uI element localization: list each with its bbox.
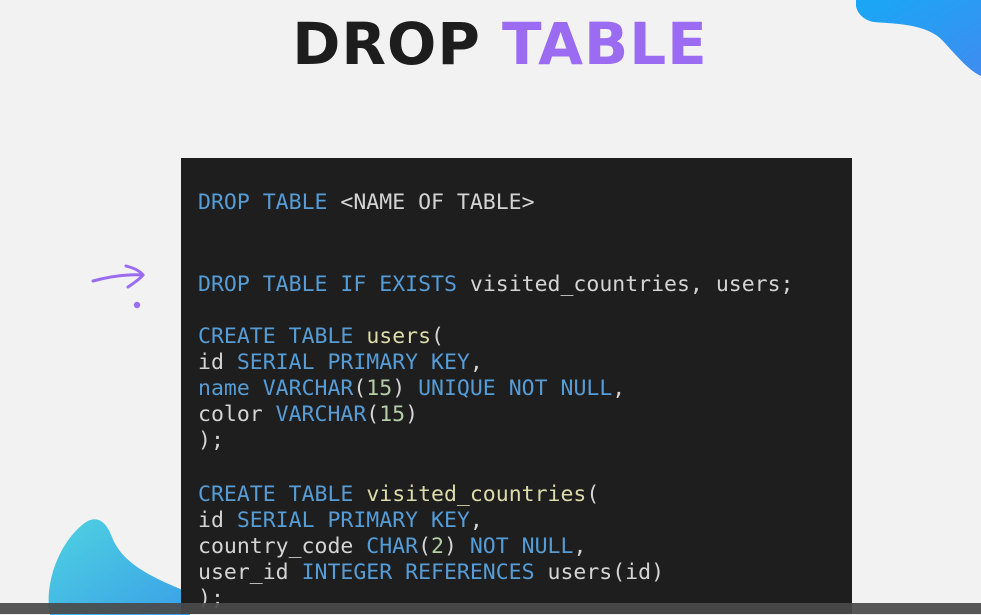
sql-keyword: TABLE xyxy=(288,324,354,349)
slide-title: DROP TABLE xyxy=(0,6,981,82)
code-line: id SERIAL PRIMARY KEY, xyxy=(198,350,483,376)
code-line: name VARCHAR(15) UNIQUE NOT NULL, xyxy=(198,376,625,402)
bottom-bar xyxy=(0,603,981,614)
code-text: users(id) xyxy=(534,560,665,585)
sql-keyword: PRIMARY xyxy=(327,350,419,375)
sql-keyword: NULL xyxy=(521,534,574,559)
sql-keyword: INTEGER xyxy=(301,560,393,585)
title-word-drop: DROP xyxy=(292,10,481,78)
code-text: visited_countries, users; xyxy=(456,272,794,297)
code-text: country_code xyxy=(198,534,367,559)
sql-keyword: TABLE xyxy=(262,272,328,297)
code-text: ) xyxy=(443,534,470,559)
code-line: country_code CHAR(2) NOT NULL, xyxy=(198,534,586,560)
pointer-arrow-icon xyxy=(91,264,145,309)
sql-keyword: name xyxy=(198,376,250,401)
code-line: DROP TABLE <NAME OF TABLE> xyxy=(198,190,535,216)
code-text: ); xyxy=(198,428,224,453)
code-text: , xyxy=(469,350,483,375)
sql-keyword: TABLE xyxy=(288,482,354,507)
decorative-blob-bottom-left xyxy=(48,519,190,615)
code-text: , xyxy=(469,508,483,533)
code-line: DROP TABLE IF EXISTS visited_countries, … xyxy=(198,272,793,298)
sql-keyword: CREATE xyxy=(198,482,276,507)
code-text: <NAME OF TABLE> xyxy=(327,190,535,215)
sql-keyword: NOT xyxy=(508,376,548,401)
code-text: id xyxy=(198,508,237,533)
sql-keyword: DROP xyxy=(198,272,250,297)
sql-keyword: IF xyxy=(340,272,367,297)
table-name: users xyxy=(366,324,432,349)
code-text: ( xyxy=(366,402,380,427)
sql-keyword: KEY xyxy=(431,350,470,375)
code-line: color VARCHAR(15) xyxy=(198,402,418,428)
code-line: ); xyxy=(198,428,224,454)
code-text: id xyxy=(198,350,237,375)
code-text: ( xyxy=(353,376,367,401)
decorative-blob-top-right xyxy=(856,0,981,76)
sql-keyword: KEY xyxy=(431,508,470,533)
sql-keyword: TABLE xyxy=(262,190,328,215)
number-literal: 2 xyxy=(431,534,444,559)
sql-keyword: SERIAL xyxy=(236,508,315,533)
code-text: user_id xyxy=(198,560,302,585)
code-line: id SERIAL PRIMARY KEY, xyxy=(198,508,483,534)
sql-keyword: DROP xyxy=(198,190,250,215)
sql-keyword: SERIAL xyxy=(236,350,315,375)
sql-keyword: VARCHAR xyxy=(275,402,367,427)
number-literal: 15 xyxy=(366,376,393,401)
sql-keyword: EXISTS xyxy=(379,272,457,297)
code-text: ) xyxy=(392,376,419,401)
sql-keyword: CREATE xyxy=(198,324,276,349)
code-text: , xyxy=(573,534,587,559)
sql-keyword: VARCHAR xyxy=(262,376,354,401)
number-literal: 15 xyxy=(379,402,406,427)
code-text: ( xyxy=(418,534,432,559)
code-text: ( xyxy=(431,324,444,349)
sql-keyword: NULL xyxy=(560,376,613,401)
table-name: visited_countries xyxy=(366,482,587,507)
title-word-table: TABLE xyxy=(502,10,708,78)
code-text: ) xyxy=(405,402,419,427)
sql-keyword: REFERENCES xyxy=(405,560,535,585)
sql-keyword: PRIMARY xyxy=(327,508,419,533)
code-text: ( xyxy=(586,482,600,507)
sql-keyword: UNIQUE xyxy=(418,376,496,401)
code-line: user_id INTEGER REFERENCES users(id) xyxy=(198,560,664,586)
code-text: color xyxy=(198,402,276,427)
code-panel: DROP TABLE <NAME OF TABLE> DROP TABLE IF … xyxy=(181,158,852,614)
code-line: CREATE TABLE users( xyxy=(198,324,444,350)
sql-keyword: CHAR xyxy=(366,534,419,559)
sql-keyword: NOT xyxy=(469,534,509,559)
code-text: , xyxy=(612,376,626,401)
code-line: CREATE TABLE visited_countries( xyxy=(198,482,599,508)
